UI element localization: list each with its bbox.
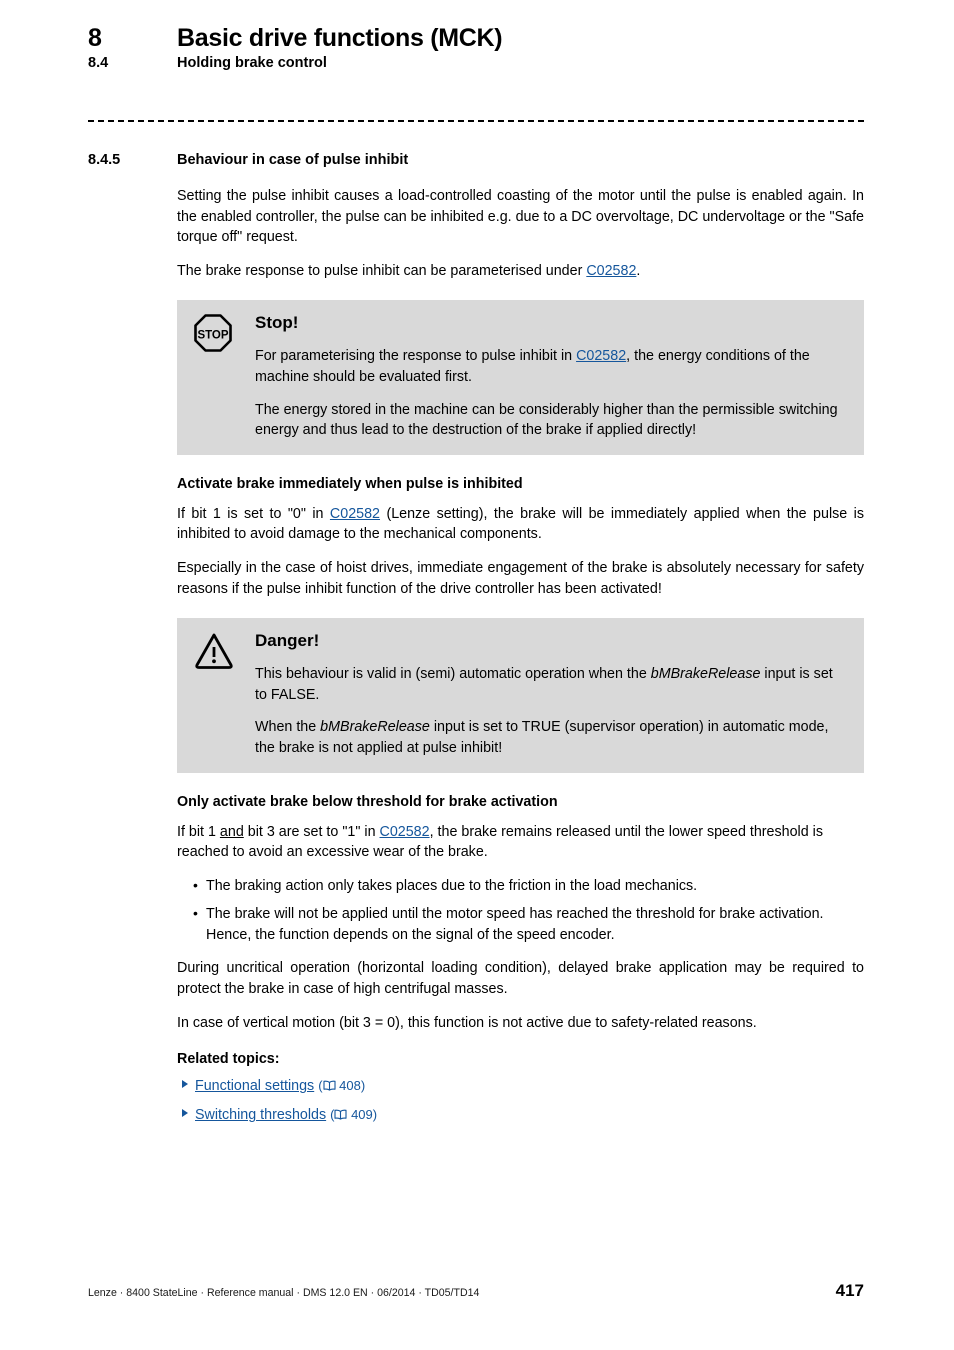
threshold-bullet-list: The braking action only takes places due… bbox=[177, 875, 864, 946]
code-link-c02582[interactable]: C02582 bbox=[576, 348, 626, 364]
document-page: 8 Basic drive functions (MCK) 8.4 Holdin… bbox=[0, 0, 954, 1350]
ref-page-number: 409 bbox=[351, 1107, 373, 1123]
stop-callout-paragraph-1: For parameterising the response to pulse… bbox=[255, 346, 848, 387]
activate-paragraph-2: Especially in the case of hoist drives, … bbox=[177, 559, 864, 597]
book-icon bbox=[334, 1106, 348, 1126]
activate-paragraph-1: If bit 1 is set to "0" in C02582 (Lenze … bbox=[177, 504, 864, 545]
threshold-p1-underlined: and bbox=[219, 823, 244, 840]
threshold-p1-part2: bit 3 are set to "1" in bbox=[243, 823, 380, 840]
header-divider bbox=[88, 120, 864, 122]
stop-octagon-icon: STOP bbox=[193, 312, 255, 358]
code-link-c02582[interactable]: C02582 bbox=[380, 824, 430, 840]
danger-callout-body: Danger! This behaviour is valid in (semi… bbox=[255, 630, 848, 758]
related-link-switching-thresholds[interactable]: Switching thresholds bbox=[195, 1107, 326, 1123]
danger-callout-title: Danger! bbox=[255, 631, 320, 651]
header-section-number: 8.4 bbox=[88, 55, 109, 71]
threshold-paragraph-2: During uncritical operation (horizontal … bbox=[177, 960, 864, 998]
header-chapter-number: 8 bbox=[88, 24, 102, 52]
list-item: Switching thresholds ( 409) bbox=[177, 1105, 864, 1126]
list-item: The brake will not be applied until the … bbox=[177, 903, 864, 945]
ref-close-paren: ) bbox=[360, 1078, 366, 1094]
stop-callout-paragraph-2: The energy stored in the machine can be … bbox=[255, 401, 838, 439]
body-column: Setting the pulse inhibit causes a load-… bbox=[177, 186, 864, 1134]
intro-paragraph-1: Setting the pulse inhibit causes a load-… bbox=[177, 188, 865, 246]
related-link-functional-settings[interactable]: Functional settings bbox=[195, 1078, 314, 1094]
chevron-right-icon bbox=[182, 1109, 188, 1118]
svg-text:STOP: STOP bbox=[197, 330, 228, 342]
stop-p1-before: For parameterising the response to pulse… bbox=[255, 348, 577, 365]
danger-p2-italic: bMBrakeRelease bbox=[320, 719, 430, 736]
danger-callout: Danger! This behaviour is valid in (semi… bbox=[177, 618, 864, 773]
footer-text: Lenze · 8400 StateLine · Reference manua… bbox=[88, 1287, 480, 1299]
danger-callout-paragraph-1: This behaviour is valid in (semi) automa… bbox=[255, 664, 848, 705]
ref-page-number: 408 bbox=[339, 1078, 361, 1094]
footer-page-number: 417 bbox=[835, 1281, 864, 1300]
stop-callout-title: Stop! bbox=[255, 313, 299, 333]
header-chapter-title: Basic drive functions (MCK) bbox=[177, 24, 503, 52]
related-ref-0: ( 408) bbox=[318, 1078, 365, 1093]
header-section-title: Holding brake control bbox=[177, 55, 327, 71]
section-title: Behaviour in case of pulse inhibit bbox=[177, 152, 409, 168]
danger-p1-italic: bMBrakeRelease bbox=[650, 666, 761, 683]
threshold-paragraph-3: In case of vertical motion (bit 3 = 0), … bbox=[177, 1014, 757, 1031]
book-icon bbox=[322, 1077, 336, 1097]
intro-p2-text-after: . bbox=[636, 262, 641, 279]
intro-p2-text-before: The brake response to pulse inhibit can … bbox=[177, 262, 587, 279]
related-ref-1: ( 409) bbox=[330, 1107, 377, 1122]
code-link-c02582[interactable]: C02582 bbox=[330, 506, 380, 522]
section-heading: 8.4.5 Behaviour in case of pulse inhibit bbox=[88, 152, 878, 168]
activate-section-heading: Activate brake immediately when pulse is… bbox=[177, 475, 523, 492]
danger-p1-before: This behaviour is valid in (semi) automa… bbox=[255, 666, 651, 683]
header-section-row: 8.4 Holding brake control bbox=[88, 55, 878, 71]
activate-p1-before: If bit 1 is set to "0" in bbox=[177, 505, 330, 522]
ref-close-paren: ) bbox=[372, 1107, 378, 1123]
related-topics-list: Functional settings ( 408) Switching thr… bbox=[177, 1076, 864, 1126]
section-number: 8.4.5 bbox=[88, 152, 121, 168]
threshold-p1-part1: If bit 1 bbox=[177, 823, 220, 840]
header-chapter-row: 8 Basic drive functions (MCK) bbox=[88, 24, 878, 53]
related-topics-heading: Related topics: bbox=[177, 1051, 280, 1068]
intro-paragraph-2: The brake response to pulse inhibit can … bbox=[177, 261, 864, 282]
danger-p2-before: When the bbox=[255, 719, 321, 736]
threshold-paragraph-1: If bit 1 and bit 3 are set to "1" in C02… bbox=[177, 822, 864, 863]
stop-callout-body: Stop! For parameterising the response to… bbox=[255, 312, 848, 440]
page-footer: Lenze · 8400 StateLine · Reference manua… bbox=[88, 1281, 864, 1301]
list-item: The braking action only takes places due… bbox=[177, 875, 864, 897]
code-link-c02582[interactable]: C02582 bbox=[586, 263, 636, 279]
warning-triangle-icon bbox=[193, 630, 255, 676]
stop-callout: STOP Stop! For parameterising the respon… bbox=[177, 300, 864, 455]
page-header: 8 Basic drive functions (MCK) 8.4 Holdin… bbox=[88, 24, 878, 71]
chevron-right-icon bbox=[182, 1080, 188, 1089]
threshold-section-heading: Only activate brake below threshold for … bbox=[177, 793, 558, 810]
danger-callout-paragraph-2: When the bMBrakeRelease input is set to … bbox=[255, 717, 848, 758]
list-item: Functional settings ( 408) bbox=[177, 1076, 864, 1097]
